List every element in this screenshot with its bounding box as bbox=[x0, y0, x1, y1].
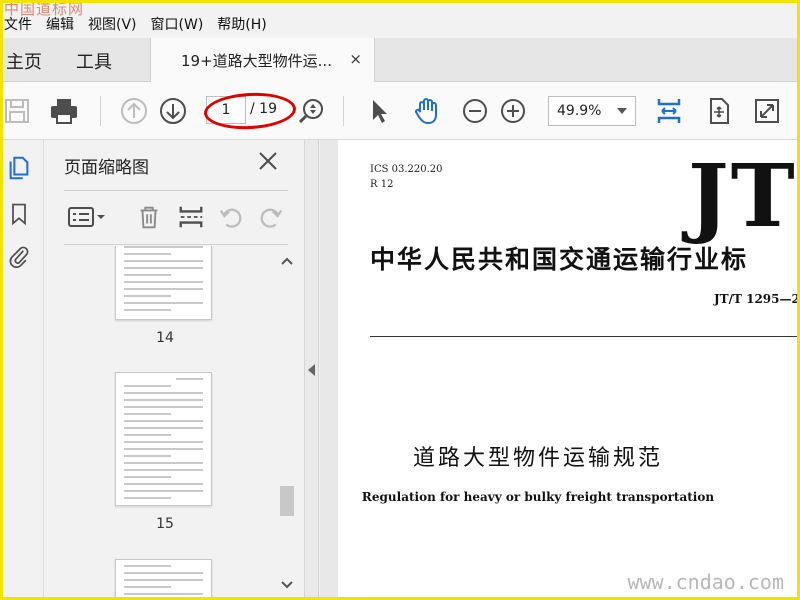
document-viewport[interactable]: ICS 03.220.20 R 12 JT 中华人民共和国交通运输行业标 JT/… bbox=[320, 140, 800, 600]
full-screen-icon[interactable] bbox=[750, 94, 784, 128]
panel-divider bbox=[64, 244, 288, 245]
toolbar-divider bbox=[100, 96, 101, 126]
menu-window[interactable]: 窗口(W) bbox=[151, 14, 204, 34]
menu-help[interactable]: 帮助(H) bbox=[217, 14, 266, 34]
ics-code: ICS 03.220.20 bbox=[370, 164, 443, 175]
tab-tools[interactable]: 工具 bbox=[76, 48, 112, 74]
page-thumbnail[interactable] bbox=[115, 559, 212, 600]
zoom-out-icon[interactable] bbox=[458, 94, 492, 128]
standard-header: 中华人民共和国交通运输行业标 bbox=[370, 245, 749, 274]
delete-page-icon[interactable] bbox=[134, 202, 164, 232]
panel-toolbar bbox=[64, 198, 288, 238]
zoom-level-select[interactable]: 49.9% bbox=[548, 96, 636, 126]
rotate-left-icon[interactable] bbox=[216, 202, 246, 232]
attachment-icon[interactable] bbox=[5, 242, 33, 270]
page-thumbnail[interactable] bbox=[115, 372, 212, 506]
thumbnail-list: 14 15 bbox=[45, 246, 277, 600]
document-title-en: Regulation for heavy or bulky freight tr… bbox=[361, 490, 715, 504]
jt-logo: JT bbox=[688, 146, 797, 247]
fit-width-icon[interactable] bbox=[652, 94, 686, 128]
document-page: ICS 03.220.20 R 12 JT 中华人民共和国交通运输行业标 JT/… bbox=[338, 140, 800, 600]
left-tool-rail bbox=[0, 140, 44, 600]
collapse-arrow-icon bbox=[308, 364, 315, 376]
zoom-level-value: 49.9% bbox=[557, 103, 602, 119]
page-thumbnail[interactable] bbox=[115, 246, 212, 320]
zoom-find-icon[interactable] bbox=[294, 94, 328, 128]
select-pointer-icon[interactable] bbox=[362, 94, 396, 128]
tab-document-label: 19+道路大型物件运... bbox=[181, 51, 332, 70]
zoom-in-icon[interactable] bbox=[496, 94, 530, 128]
insert-page-icon[interactable] bbox=[176, 202, 206, 232]
watermark-bottom: www.cndao.com bbox=[627, 570, 784, 594]
toolbar-divider bbox=[343, 96, 344, 126]
panel-collapse-handle[interactable] bbox=[305, 140, 319, 600]
chevron-down-icon bbox=[617, 108, 627, 114]
close-icon[interactable] bbox=[255, 148, 281, 174]
scroll-up-icon[interactable] bbox=[281, 256, 293, 268]
previous-page-icon[interactable] bbox=[117, 94, 151, 128]
scroll-thumb[interactable] bbox=[280, 486, 294, 516]
standard-number: JT/T 1295—20 bbox=[714, 292, 800, 306]
thumbnail-page-number: 14 bbox=[156, 330, 174, 346]
menu-view[interactable]: 视图(V) bbox=[88, 14, 137, 34]
document-title-cn: 道路大型物件运输规范 bbox=[412, 446, 663, 471]
menu-bar: 文件 编辑 视图(V) 窗口(W) 帮助(H) bbox=[0, 12, 800, 36]
page-thumbnails-icon[interactable] bbox=[5, 154, 33, 182]
scroll-down-icon[interactable] bbox=[281, 578, 293, 590]
thumbnail-options-icon[interactable] bbox=[66, 202, 106, 232]
tab-bar: 主页 工具 19+道路大型物件运... × bbox=[0, 38, 800, 82]
rotate-view-icon[interactable] bbox=[702, 94, 736, 128]
header-rule bbox=[370, 336, 800, 337]
print-icon[interactable] bbox=[47, 94, 81, 128]
hand-tool-icon[interactable] bbox=[410, 94, 444, 128]
save-icon[interactable] bbox=[0, 94, 34, 128]
thumbnail-panel: 页面缩略图 14 15 bbox=[45, 140, 305, 600]
bookmark-icon[interactable] bbox=[5, 200, 33, 228]
thumbnail-scrollbar[interactable] bbox=[277, 246, 297, 600]
thumbnail-page-number: 15 bbox=[156, 516, 174, 532]
watermark-top: 中国道标网 bbox=[4, 0, 85, 18]
toolbar: 1 / 19 49.9% bbox=[0, 82, 800, 140]
panel-title: 页面缩略图 bbox=[64, 158, 149, 178]
next-page-icon[interactable] bbox=[156, 94, 190, 128]
tab-document[interactable]: 19+道路大型物件运... × bbox=[150, 38, 375, 82]
tab-home[interactable]: 主页 bbox=[6, 48, 42, 74]
tab-close-icon[interactable]: × bbox=[349, 50, 362, 68]
panel-divider bbox=[64, 190, 288, 191]
rotate-right-icon[interactable] bbox=[256, 202, 286, 232]
classification-code: R 12 bbox=[370, 179, 394, 190]
